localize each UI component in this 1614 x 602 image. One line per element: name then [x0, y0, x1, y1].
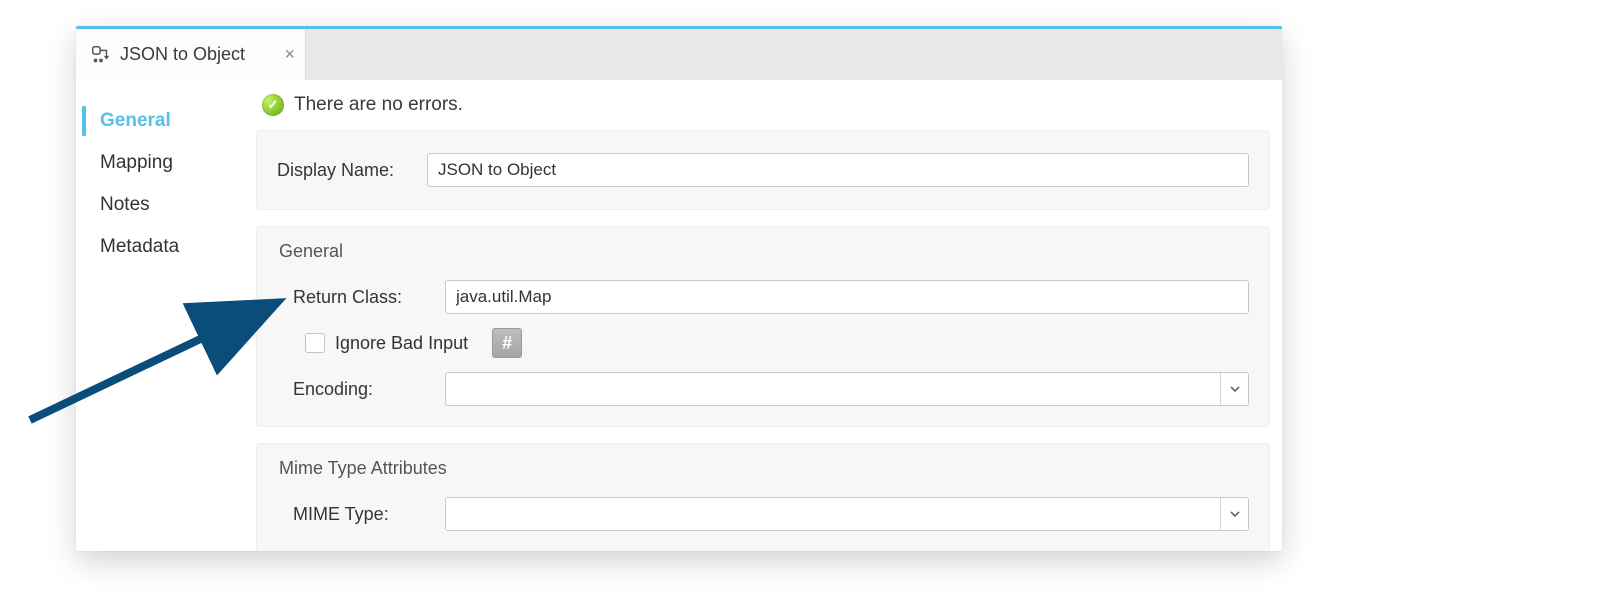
display-name-section: Display Name:: [256, 130, 1270, 210]
sidebar-item-general[interactable]: General: [76, 100, 256, 142]
mime-type-select[interactable]: [445, 497, 1249, 531]
main-content: There are no errors. Display Name: Gener…: [256, 80, 1282, 551]
transform-icon: [90, 44, 112, 66]
tab-json-to-object[interactable]: JSON to Object ×: [76, 29, 306, 80]
ignore-bad-input-row: Ignore Bad Input #: [273, 320, 1253, 366]
display-name-input[interactable]: [427, 153, 1249, 187]
general-section-title: General: [273, 241, 1253, 262]
sidebar-item-label: Notes: [100, 194, 150, 215]
status-row: There are no errors.: [256, 88, 1270, 130]
sidebar-item-mapping[interactable]: Mapping: [76, 142, 256, 184]
encoding-row: Encoding:: [273, 366, 1253, 412]
panel-body: General Mapping Notes Metadata There are…: [76, 80, 1282, 551]
tab-label: JSON to Object: [120, 44, 245, 65]
display-name-label: Display Name:: [277, 160, 417, 181]
config-panel: JSON to Object × General Mapping Notes M…: [76, 26, 1282, 551]
sidebar-item-label: Mapping: [100, 152, 173, 173]
return-class-row: Return Class:: [273, 274, 1253, 320]
mime-section: Mime Type Attributes MIME Type:: [256, 443, 1270, 551]
expression-button[interactable]: #: [492, 328, 522, 358]
ignore-bad-input-checkbox[interactable]: [305, 333, 325, 353]
tabstrip: JSON to Object ×: [76, 26, 1282, 80]
ignore-bad-input-label: Ignore Bad Input: [335, 333, 468, 354]
chevron-down-icon: [1220, 498, 1248, 530]
return-class-label: Return Class:: [277, 287, 435, 308]
sidebar-item-notes[interactable]: Notes: [76, 184, 256, 226]
general-section: General Return Class: Ignore Bad Input #…: [256, 226, 1270, 427]
sidebar-item-label: Metadata: [100, 236, 179, 257]
sidebar-item-label: General: [100, 110, 171, 131]
close-icon[interactable]: ×: [284, 45, 295, 63]
mime-type-row: MIME Type:: [273, 491, 1253, 537]
mime-type-label: MIME Type:: [277, 504, 435, 525]
check-icon: [262, 94, 284, 116]
status-message: There are no errors.: [294, 94, 463, 116]
sidebar-item-metadata[interactable]: Metadata: [76, 226, 256, 268]
chevron-down-icon: [1220, 373, 1248, 405]
sidebar: General Mapping Notes Metadata: [76, 80, 256, 551]
display-name-row: Display Name:: [273, 147, 1253, 193]
encoding-select[interactable]: [445, 372, 1249, 406]
return-class-input[interactable]: [445, 280, 1249, 314]
encoding-label: Encoding:: [277, 379, 435, 400]
mime-section-title: Mime Type Attributes: [273, 458, 1253, 479]
